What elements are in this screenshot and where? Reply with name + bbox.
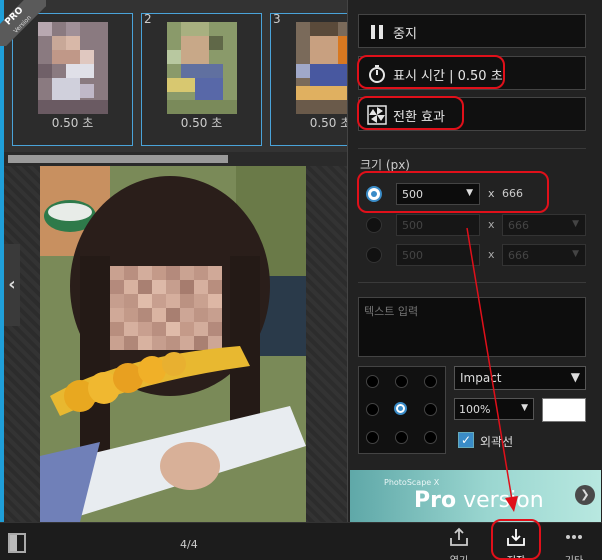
thumbnail-image [38,22,108,114]
page-counter: 4/4 [180,538,198,551]
height-select-2[interactable]: 666 ▼ [502,214,586,236]
outline-label: 외곽선 [480,435,514,449]
pro-banner-title: Pro version [414,488,544,513]
size-radio-3[interactable] [366,247,382,263]
thumbnail-strip: 0.50 초 2 0.50 초 3 0.50 초 [4,0,347,152]
position-top-left[interactable] [366,375,379,388]
more-icon [566,535,582,539]
font-size-select[interactable]: 100% ▼ [454,398,534,420]
divider [358,148,586,149]
chevron-right-icon[interactable]: ❯ [575,485,595,505]
pro-banner-pro: Pro [414,488,457,513]
size-radio-2[interactable] [366,217,382,233]
preview-photo [40,166,306,522]
size-row-3: 500 x 666 ▼ [358,244,598,266]
position-bottom-center[interactable] [395,431,408,444]
text-input[interactable] [358,297,586,357]
thumbnail-image [167,22,237,114]
pro-ribbon: PRO Version [0,0,46,46]
more-label: 기타 [552,552,596,560]
preview-image [40,166,306,522]
position-top-center[interactable] [395,375,408,388]
highlight-size [357,171,549,213]
text-color-swatch[interactable] [542,398,586,422]
pause-icon [371,25,383,39]
position-bottom-right[interactable] [424,431,437,444]
accent-bar [0,0,4,560]
highlight-display-time [357,55,505,89]
width-select-3[interactable]: 500 [396,244,480,266]
position-top-right[interactable] [424,375,437,388]
font-family-select[interactable]: Impact ▼ [454,366,586,390]
width-select-2[interactable]: 500 [396,214,480,236]
highlight-transition [357,96,464,130]
thumbnail-index: 3 [273,12,281,26]
position-middle-left[interactable] [366,403,379,416]
thumbnail-3[interactable]: 3 0.50 초 [270,12,347,146]
position-center[interactable] [394,402,407,415]
chevron-down-icon: ▼ [572,249,579,259]
pro-banner-version: version [456,488,544,513]
upload-icon [450,527,468,546]
stop-button[interactable]: 중지 [358,14,586,48]
open-button[interactable]: 열기 [437,523,481,560]
chevron-down-icon: ▼ [570,370,580,384]
times-sign: x [488,218,495,231]
chevron-down-icon: ▼ [521,403,528,413]
thumbnail-index: 2 [144,12,152,26]
preview-canvas [4,166,347,522]
times-sign: x [488,248,495,261]
thumbnail-duration: 0.50 초 [309,116,347,130]
width-value: 500 [402,249,423,262]
previous-button[interactable]: ‹ [4,244,20,326]
font-family-value: Impact [460,371,502,385]
outline-checkbox[interactable]: ✓ [458,432,474,448]
position-bottom-left[interactable] [366,431,379,444]
pro-banner-brand: PhotoScape X [384,478,440,487]
height-select-3[interactable]: 666 ▼ [502,244,586,266]
height-value: 666 [508,249,529,262]
pro-version-banner[interactable]: PhotoScape X Pro version ❯ [350,470,601,522]
thumbnail-scrollbar[interactable] [8,155,228,163]
width-value: 500 [402,219,423,232]
text-position-grid [358,366,446,454]
thumbnail-duration: 0.50 초 [51,116,94,130]
height-value: 666 [508,219,529,232]
stop-label: 중지 [393,27,417,42]
thumbnail-duration: 0.50 초 [180,116,223,130]
thumbnail-image [296,22,347,114]
preview-panel: 0.50 초 2 0.50 초 3 0.50 초 ‹ [0,0,347,522]
open-label: 열기 [437,552,481,560]
position-middle-right[interactable] [424,403,437,416]
font-size-value: 100% [459,403,491,416]
divider [358,282,586,283]
fit-view-icon[interactable] [8,533,26,553]
thumbnail-2[interactable]: 2 0.50 초 [141,12,262,146]
settings-panel: 중지 표시 시간 | 0.50 초 전환 효과 크기 (px) 500 ▼ x … [347,0,602,522]
chevron-down-icon: ▼ [572,219,579,229]
more-button[interactable]: 기타 [552,523,596,560]
size-row-2: 500 x 666 ▼ [358,214,598,236]
highlight-save [491,519,541,560]
